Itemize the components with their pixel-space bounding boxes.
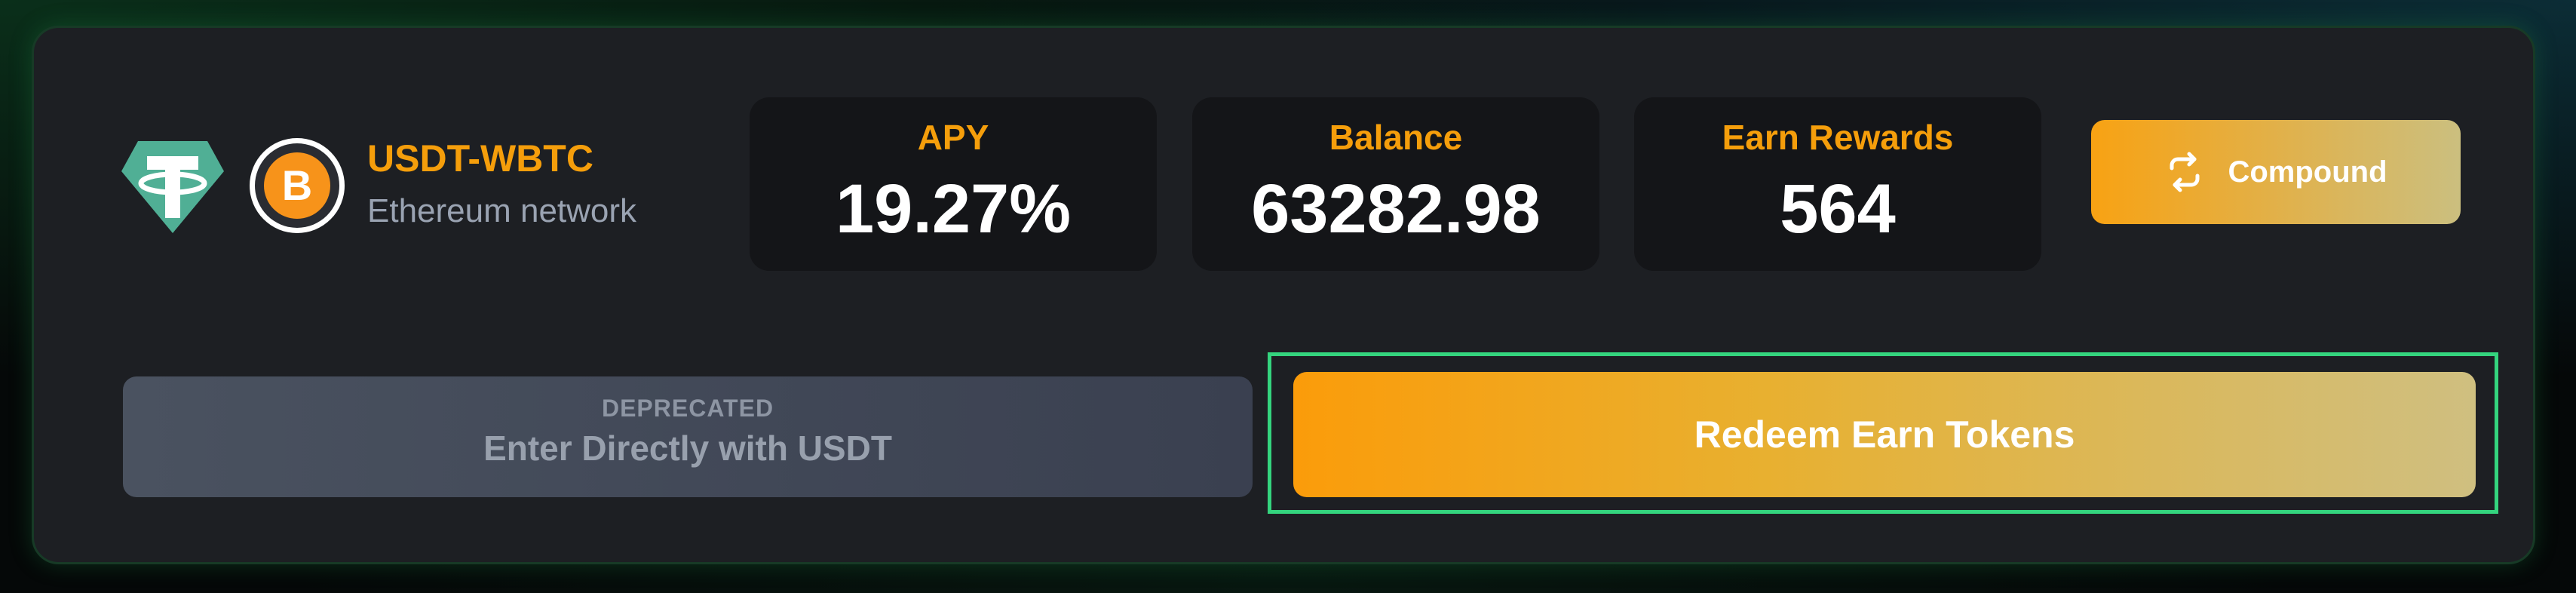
redeem-label: Redeem Earn Tokens	[1694, 413, 2075, 456]
rewards-stat: Earn Rewards 564	[1634, 97, 2041, 271]
apy-stat: APY 19.27%	[750, 97, 1157, 271]
balance-stat: Balance 63282.98	[1192, 97, 1599, 271]
rewards-value: 564	[1780, 171, 1896, 247]
compound-button[interactable]: Compound	[2091, 120, 2461, 224]
rewards-label: Earn Rewards	[1722, 118, 1954, 157]
balance-value: 63282.98	[1251, 171, 1541, 247]
redeem-earn-tokens-button[interactable]: Redeem Earn Tokens	[1293, 372, 2476, 497]
svg-text:B: B	[282, 161, 312, 209]
bitcoin-icon: B	[250, 138, 345, 233]
compound-label: Compound	[2228, 155, 2387, 189]
tether-icon	[121, 141, 224, 233]
balance-label: Balance	[1329, 118, 1463, 157]
refresh-icon	[2170, 152, 2200, 192]
apy-label: APY	[917, 118, 989, 157]
pair-header: B USDT-WBTC Ethereum network	[88, 112, 692, 241]
pair-network: Ethereum network	[367, 192, 637, 229]
pair-name: USDT-WBTC	[367, 137, 593, 180]
earn-card: B USDT-WBTC Ethereum network APY 19.27% …	[32, 26, 2535, 564]
enter-with-usdt-label: Enter Directly with USDT	[483, 429, 892, 468]
deprecated-tag: DEPRECATED	[601, 395, 774, 422]
enter-with-usdt-button[interactable]: DEPRECATED Enter Directly with USDT	[123, 376, 1253, 497]
apy-value: 19.27%	[835, 171, 1072, 247]
